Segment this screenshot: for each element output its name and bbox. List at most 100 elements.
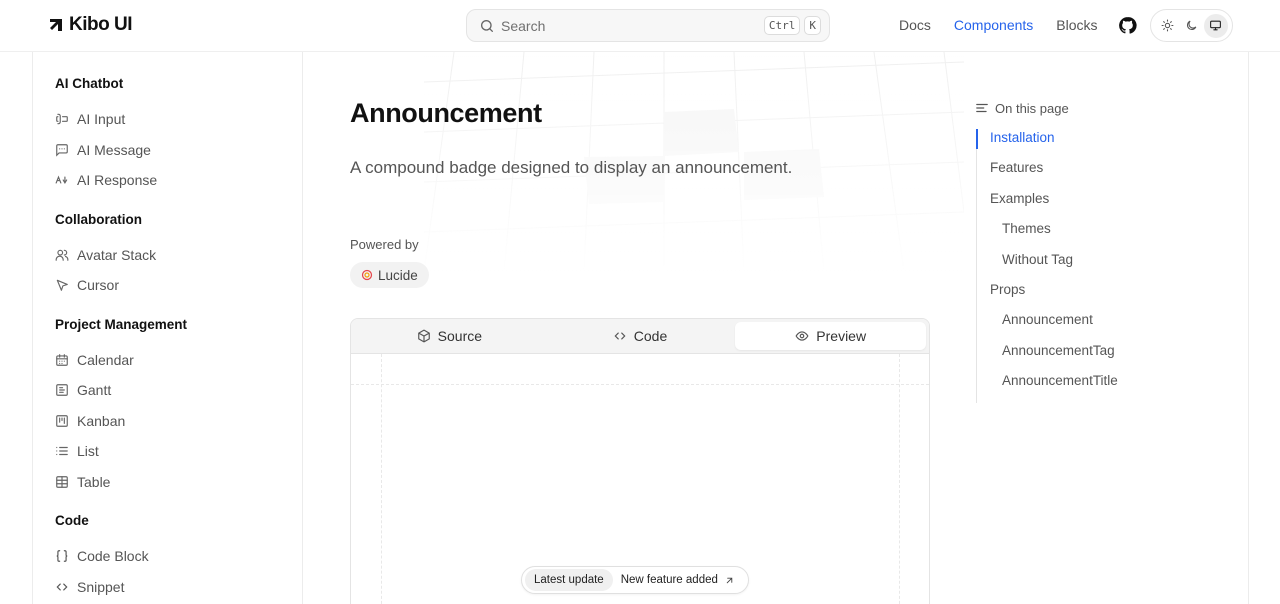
theme-system-button[interactable]: [1203, 13, 1228, 38]
kanban-icon: [56, 414, 68, 427]
nav-docs[interactable]: Docs: [899, 17, 931, 33]
code-icon: [56, 583, 68, 591]
sidebar-item-table[interactable]: Table: [55, 467, 302, 498]
sidebar-item-avatar-stack[interactable]: Avatar Stack: [55, 240, 302, 271]
toc-item-themes[interactable]: Themes: [990, 220, 1195, 250]
sidebar-item-ai-input[interactable]: AI Input: [55, 104, 302, 135]
announcement-tag: Latest update: [525, 569, 613, 591]
moon-icon: [1186, 20, 1197, 31]
list-icon: [56, 447, 68, 456]
shortcut-key-k: K: [804, 16, 821, 35]
toc-active-indicator: [976, 129, 978, 149]
toc-header: On this page: [975, 99, 1195, 117]
tab-code[interactable]: Code: [545, 322, 736, 350]
sidebar-item-label: Calendar: [77, 351, 134, 368]
sidebar-item-ai-message[interactable]: AI Message: [55, 135, 302, 166]
sidebar-item-label: Snippet: [77, 578, 125, 595]
lucide-logo-icon: [361, 269, 373, 281]
toc-item-without-tag[interactable]: Without Tag: [990, 251, 1195, 281]
search-input[interactable]: Search Ctrl K: [466, 9, 830, 42]
sidebar-group-title: AI Chatbot: [55, 76, 124, 91]
component-viewer: Source Code Preview Latest update New fe…: [350, 318, 930, 604]
toc-item-features[interactable]: Features: [990, 159, 1195, 189]
tab-label: Code: [633, 328, 668, 344]
sidebar-item-label: Code Block: [77, 548, 149, 565]
sidebar-item-snippet[interactable]: Snippet: [55, 572, 302, 603]
eye-icon: [795, 331, 809, 341]
announcement-badge[interactable]: Latest update New feature added: [521, 566, 749, 594]
sidebar-item-label: Table: [77, 473, 111, 490]
table-of-contents: On this page Installation Features Examp…: [975, 99, 1195, 403]
page-title: Announcement: [350, 98, 542, 128]
announcement-title: New feature added: [613, 574, 745, 586]
nav-components[interactable]: Components: [954, 17, 1033, 33]
toc-header-label: On this page: [995, 100, 1069, 116]
sidebar-item-gantt[interactable]: Gantt: [55, 375, 302, 406]
top-header: Kibo UI Search Ctrl K Docs Components Bl…: [0, 0, 1280, 52]
powered-by-lucide-link[interactable]: Lucide: [350, 262, 429, 288]
guide-line: [351, 384, 929, 385]
sidebar-group-project-management: Project Management Calendar Gantt Kanban…: [55, 315, 302, 498]
toc-item-announcement[interactable]: Announcement: [990, 311, 1195, 341]
sidebar-group-title: Collaboration: [55, 211, 142, 227]
sidebar: AI Chatbot AI Input AI Message AI Respon…: [33, 52, 303, 604]
package-icon: [417, 329, 430, 343]
message-square-icon: [56, 143, 68, 157]
theme-dark-button[interactable]: [1179, 14, 1203, 38]
logo-mark-icon: [50, 19, 62, 31]
tab-preview[interactable]: Preview: [735, 322, 927, 350]
case-sensitive-icon: [55, 175, 68, 185]
tab-source[interactable]: Source: [354, 322, 545, 350]
sidebar-item-label: Gantt: [77, 382, 112, 399]
announcement-title-text: New feature added: [620, 574, 718, 586]
sidebar-group-collaboration: Collaboration Avatar Stack Cursor: [55, 210, 302, 301]
toc-item-announcement-tag[interactable]: AnnouncementTag: [990, 342, 1195, 372]
toc-item-installation[interactable]: Installation: [990, 129, 1195, 159]
sidebar-group-ai-chatbot: AI Chatbot AI Input AI Message AI Respon…: [55, 74, 302, 196]
text-align-left-icon: [976, 103, 988, 113]
sidebar-item-label: AI Response: [77, 172, 158, 189]
tab-label: Source: [437, 328, 483, 344]
toc-list: Installation Features Examples Themes Wi…: [976, 129, 1195, 403]
logo-text: Kibo UI: [69, 14, 133, 35]
sidebar-item-label: Kanban: [77, 412, 126, 429]
preview-canvas: Latest update New feature added: [351, 354, 929, 604]
search-icon: [481, 19, 493, 32]
monitor-icon: [1210, 20, 1222, 31]
main-content: Announcement A compound badge designed t…: [304, 52, 964, 604]
calendar-icon: [56, 353, 68, 366]
sidebar-item-cursor[interactable]: Cursor: [55, 270, 302, 301]
sidebar-item-ai-response[interactable]: AI Response: [55, 165, 302, 196]
github-icon[interactable]: [1118, 16, 1137, 35]
tab-label: Preview: [816, 328, 867, 344]
sidebar-item-calendar[interactable]: Calendar: [55, 345, 302, 376]
viewer-tabs: Source Code Preview: [351, 319, 929, 354]
toc-item-announcement-title[interactable]: AnnouncementTitle: [990, 372, 1195, 402]
gantt-chart-icon: [56, 384, 68, 397]
powered-by-name: Lucide: [378, 267, 418, 283]
sidebar-group-title: Code: [55, 513, 89, 528]
top-nav: Docs Components Blocks: [899, 17, 1098, 33]
users-icon: [55, 249, 69, 261]
toc-item-examples[interactable]: Examples: [990, 190, 1195, 220]
sidebar-item-label: AI Input: [77, 111, 126, 128]
logo[interactable]: Kibo UI: [48, 14, 133, 36]
guide-line: [899, 354, 900, 604]
sidebar-item-label: List: [77, 443, 99, 460]
theme-toggle: [1150, 9, 1233, 42]
sidebar-item-label: Avatar Stack: [77, 246, 157, 263]
text-cursor-input-icon: [56, 114, 68, 125]
sidebar-item-list[interactable]: List: [55, 436, 302, 467]
nav-blocks[interactable]: Blocks: [1056, 17, 1097, 33]
search-placeholder: Search: [501, 17, 546, 34]
shortcut-key-ctrl: Ctrl: [763, 16, 801, 35]
sidebar-item-kanban[interactable]: Kanban: [55, 406, 302, 437]
sidebar-item-code-block[interactable]: Code Block: [55, 541, 302, 572]
sidebar-item-label: AI Message: [77, 141, 151, 158]
toc-item-props[interactable]: Props: [990, 281, 1195, 311]
braces-icon: [56, 550, 68, 563]
page-description: A compound badge designed to display an …: [350, 158, 793, 177]
sidebar-group-code: Code Code Block Snippet: [55, 511, 302, 602]
sidebar-group-title: Project Management: [55, 316, 188, 332]
theme-light-button[interactable]: [1155, 14, 1179, 38]
